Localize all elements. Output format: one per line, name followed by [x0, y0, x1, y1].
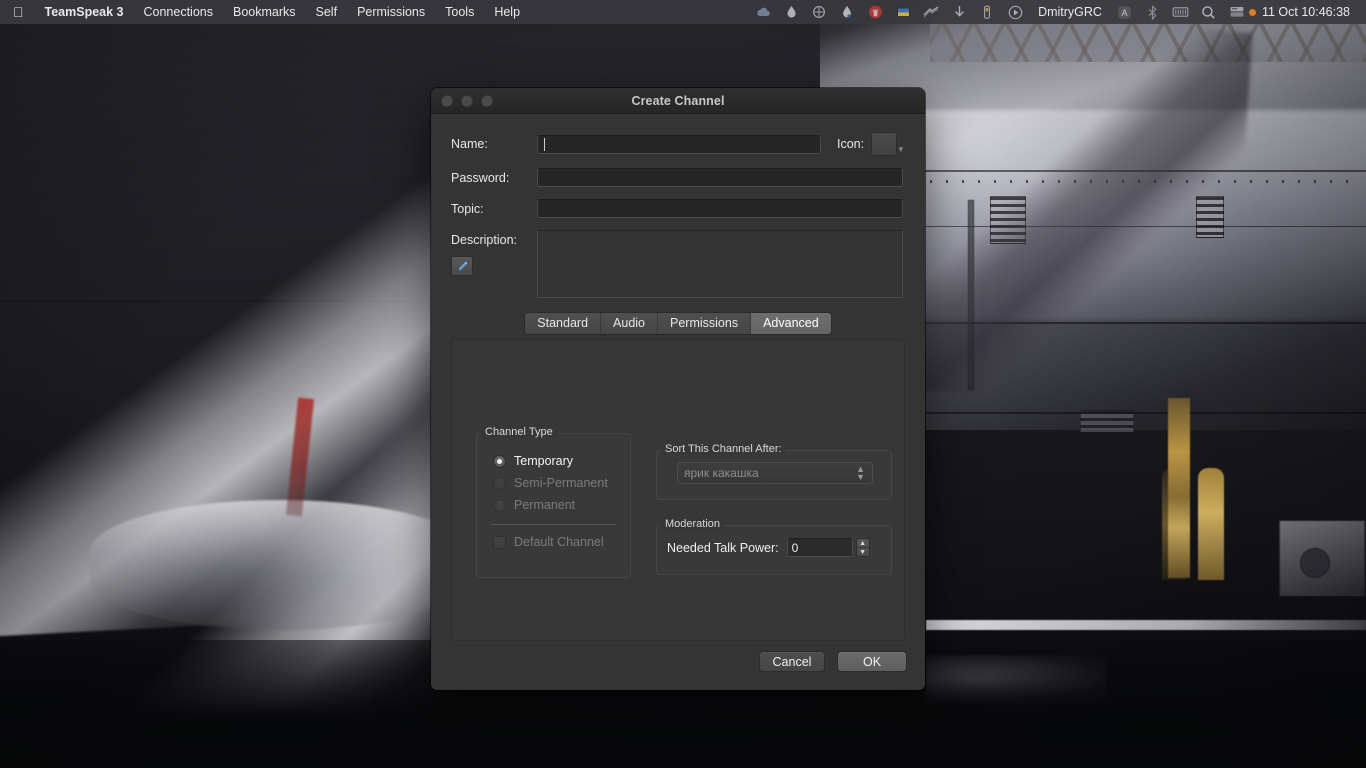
radio-temporary[interactable]: Temporary [493, 450, 630, 472]
red-trash-icon[interactable] [862, 0, 888, 24]
radio-semi-permanent: Semi-Permanent [493, 472, 630, 494]
menu-item-bookmarks[interactable]: Bookmarks [223, 0, 306, 24]
stepper-up-icon[interactable]: ▲ [856, 539, 869, 548]
checkbox-default-channel: Default Channel [493, 531, 630, 553]
password-label: Password: [451, 170, 510, 185]
tab-group: Standard Audio Permissions Advanced [524, 312, 832, 335]
topic-label: Topic: [451, 201, 484, 216]
notification-center-icon[interactable] [1224, 0, 1250, 24]
sort-channel-title: Sort This Channel After: [661, 443, 786, 455]
download-arrow-icon[interactable] [946, 0, 972, 24]
tab-advanced[interactable]: Advanced [751, 313, 831, 334]
search-icon[interactable] [1196, 0, 1222, 24]
dialog-title: Create Channel [631, 93, 725, 108]
keyboard-icon[interactable] [1168, 0, 1194, 24]
radio-button-icon [493, 454, 506, 468]
water-drop-icon[interactable] [834, 0, 860, 24]
name-label: Name: [451, 137, 488, 151]
battery-icon[interactable] [974, 0, 1000, 24]
notification-dot [1248, 8, 1256, 16]
radio-semi-permanent-label: Semi-Permanent [514, 476, 608, 490]
group-divider [491, 524, 616, 525]
default-channel-label: Default Channel [514, 535, 604, 549]
flag-icon[interactable] [890, 0, 916, 24]
needed-talk-power-row: Needed Talk Power: ▲ ▼ [667, 538, 870, 557]
icon-label: Icon: [837, 137, 865, 151]
menubar-username[interactable]: DmitryGRC [1030, 0, 1110, 24]
name-input-wrap [537, 134, 821, 154]
radio-button-icon [493, 498, 506, 512]
apple-logo-icon[interactable]:  [0, 5, 35, 19]
play-circle-icon[interactable] [1002, 0, 1028, 24]
text-caret [544, 137, 545, 151]
sort-channel-group: Sort This Channel After: ярик какашка ▲ ▼ [656, 443, 892, 500]
icon-picker-button[interactable]: ▾ [871, 132, 903, 156]
tab-bar: Standard Audio Permissions Advanced [451, 312, 905, 335]
sort-after-selected-value: ярик какашка [684, 466, 759, 480]
menubar-clock[interactable]: 11 Oct 10:46:38 [1258, 5, 1360, 19]
radio-button-icon [493, 476, 506, 490]
topic-input[interactable] [537, 199, 903, 218]
radio-temporary-label: Temporary [514, 454, 574, 468]
channel-type-title: Channel Type [481, 426, 557, 438]
bluetooth-icon[interactable] [1140, 0, 1166, 24]
ok-button[interactable]: OK [837, 651, 907, 672]
radio-permanent: Permanent [493, 494, 630, 516]
password-row: Password: [451, 168, 905, 187]
input-source-a-icon[interactable]: A [1112, 0, 1138, 24]
description-textarea[interactable] [537, 230, 903, 298]
channel-type-group: Channel Type Temporary Semi-Permanent Pe… [476, 426, 631, 578]
pencil-icon[interactable] [451, 256, 473, 276]
moderation-group: Moderation Needed Talk Power: ▲ ▼ [656, 518, 892, 575]
tab-standard[interactable]: Standard [525, 313, 602, 334]
tab-panel-advanced: Channel Type Temporary Semi-Permanent Pe… [451, 339, 905, 641]
dialog-body: Name: Icon: ▾ Password: Topic: Descripti… [431, 114, 925, 641]
menu-item-teamspeak[interactable]: TeamSpeak 3 [35, 0, 134, 24]
create-channel-dialog: Create Channel Name: Icon: ▾ Password: T… [431, 88, 925, 690]
radio-permanent-label: Permanent [514, 498, 576, 512]
dialog-footer: Cancel OK [759, 651, 907, 672]
zoom-button[interactable] [481, 94, 493, 107]
status-icons-tray: DmitryGRC A 11 Oct 10:46:38 [750, 0, 1366, 24]
name-row: Name: Icon: ▾ [451, 132, 905, 156]
topic-row: Topic: [451, 199, 905, 218]
password-input[interactable] [537, 168, 903, 187]
menu-bar:  TeamSpeak 3 Connections Bookmarks Self… [0, 0, 1366, 24]
menu-item-help[interactable]: Help [484, 0, 530, 24]
talk-power-input[interactable] [786, 538, 853, 557]
tab-audio[interactable]: Audio [601, 313, 659, 334]
chevron-down-icon: ▾ [898, 144, 904, 154]
description-label: Description: [451, 233, 517, 247]
cloud-icon[interactable] [750, 0, 776, 24]
stepper-buttons[interactable]: ▲ ▼ [855, 538, 870, 557]
menu-item-tools[interactable]: Tools [435, 0, 484, 24]
thermometer-icon[interactable] [806, 0, 832, 24]
stepper-chevrons-icon: ▲ ▼ [856, 464, 865, 482]
sort-after-select[interactable]: ярик какашка ▲ ▼ [677, 462, 873, 484]
checkbox-icon [493, 535, 506, 549]
menu-item-self[interactable]: Self [306, 0, 348, 24]
wave-icon[interactable] [918, 0, 944, 24]
stepper-down-icon[interactable]: ▼ [857, 548, 869, 556]
droplet-icon[interactable] [778, 0, 804, 24]
dialog-titlebar[interactable]: Create Channel [431, 88, 925, 114]
menu-item-permissions[interactable]: Permissions [347, 0, 435, 24]
tab-permissions[interactable]: Permissions [658, 313, 752, 334]
needed-talk-power-label: Needed Talk Power: [667, 540, 779, 555]
cancel-button[interactable]: Cancel [759, 651, 825, 672]
moderation-title: Moderation [661, 518, 725, 530]
description-label-column: Description: [451, 230, 537, 276]
minimize-button[interactable] [461, 94, 473, 107]
description-row: Description: [451, 230, 905, 298]
name-input[interactable] [537, 134, 821, 154]
window-controls [431, 94, 493, 107]
talk-power-stepper: ▲ ▼ [786, 538, 870, 557]
close-button[interactable] [441, 94, 453, 107]
svg-text:A: A [1122, 8, 1128, 18]
menu-item-connections[interactable]: Connections [133, 0, 223, 24]
